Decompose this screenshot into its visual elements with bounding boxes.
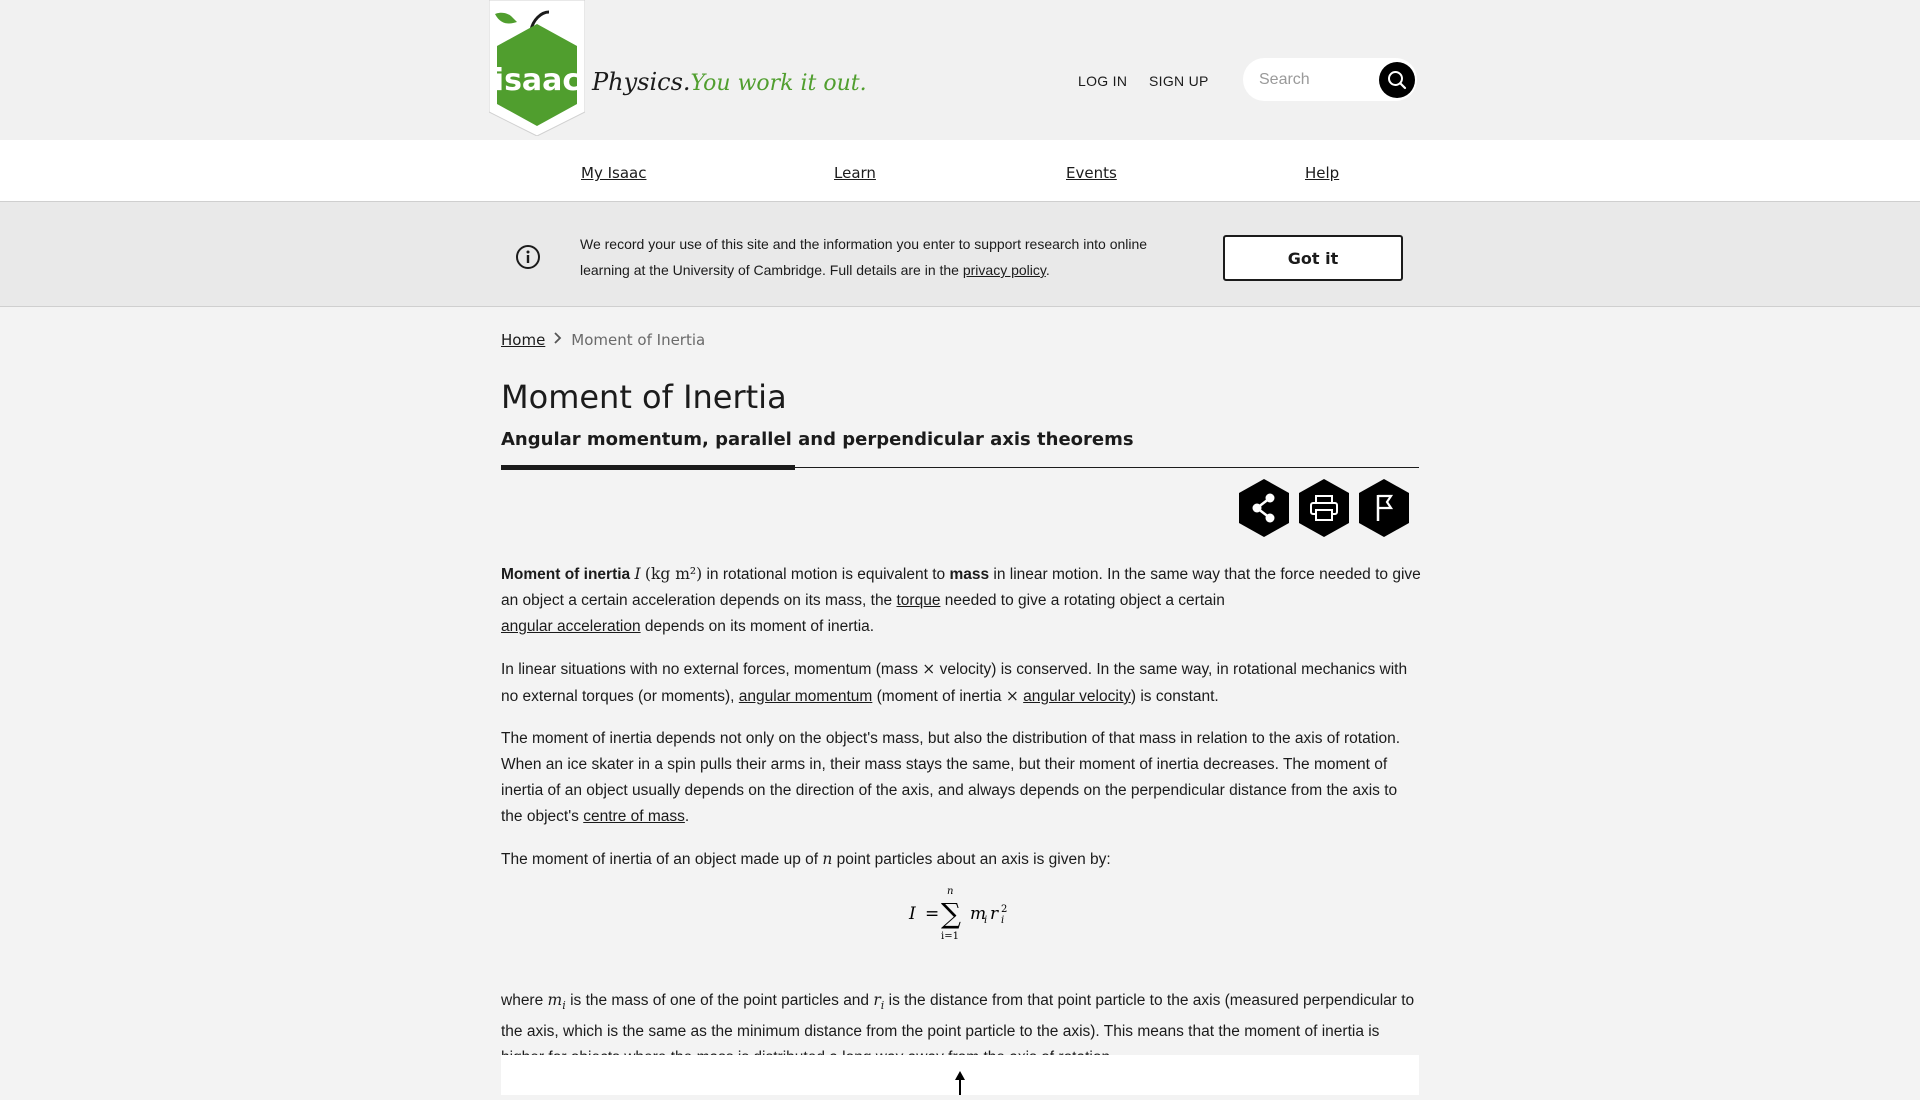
tagline-main: Physics. bbox=[592, 68, 691, 96]
figure-panel bbox=[501, 1055, 1419, 1095]
moment-of-inertia-equation: I = n ∑ i=1 m i r 2 i bbox=[908, 886, 1007, 942]
paragraph-2: In linear situations with no external fo… bbox=[501, 660, 1408, 705]
svg-text:r: r bbox=[990, 904, 999, 924]
share-button[interactable] bbox=[1237, 478, 1291, 538]
svg-text:I: I bbox=[908, 904, 916, 924]
breadcrumb-home[interactable]: Home bbox=[501, 331, 545, 349]
privacy-policy-link[interactable]: privacy policy bbox=[963, 262, 1046, 278]
paragraph-1: Moment of inertia I (kg m²) in rotationa… bbox=[501, 565, 1421, 635]
isaac-logo[interactable]: isaac bbox=[488, 0, 586, 137]
axis-arrow-icon bbox=[955, 1071, 965, 1095]
svg-text:=: = bbox=[925, 904, 939, 924]
svg-text:i=1: i=1 bbox=[941, 931, 959, 942]
print-button[interactable] bbox=[1297, 478, 1351, 538]
breadcrumb-current: Moment of Inertia bbox=[571, 331, 706, 349]
page-subtitle: Angular momentum, parallel and perpendic… bbox=[501, 429, 1134, 450]
tagline: Physics.You work it out. bbox=[592, 68, 867, 96]
chevron-right-icon bbox=[553, 331, 563, 349]
svg-text:2: 2 bbox=[1001, 904, 1007, 915]
share-icon bbox=[1239, 479, 1289, 537]
paragraph-3: The moment of inertia depends not only o… bbox=[501, 730, 1401, 825]
breadcrumb: Home Moment of Inertia bbox=[501, 331, 705, 349]
search-button[interactable] bbox=[1379, 62, 1415, 98]
torque-link[interactable]: torque bbox=[897, 592, 941, 609]
search-input[interactable] bbox=[1257, 68, 1371, 92]
nav-my-isaac[interactable]: My Isaac bbox=[581, 164, 646, 182]
main-nav: My Isaac Learn Events Help bbox=[0, 140, 1920, 202]
paragraph-4: The moment of inertia of an object made … bbox=[501, 850, 1111, 868]
site-header: isaac Physics.You work it out. LOG IN SI… bbox=[0, 0, 1920, 140]
centre-of-mass-link[interactable]: centre of mass bbox=[583, 808, 685, 825]
svg-text:i: i bbox=[1001, 915, 1004, 926]
svg-text:∑: ∑ bbox=[941, 897, 961, 930]
nav-events[interactable]: Events bbox=[1066, 164, 1117, 182]
banner-text: We record your use of this site and the … bbox=[580, 236, 1148, 278]
info-icon bbox=[516, 245, 540, 269]
nav-help[interactable]: Help bbox=[1305, 164, 1339, 182]
cookie-banner: We record your use of this site and the … bbox=[0, 202, 1920, 307]
angular-momentum-link[interactable]: angular momentum bbox=[739, 688, 873, 705]
search-icon bbox=[1388, 71, 1407, 90]
signup-link[interactable]: SIGN UP bbox=[1149, 73, 1209, 89]
page-title: Moment of Inertia bbox=[501, 378, 787, 416]
svg-text:n: n bbox=[947, 886, 953, 897]
search-box bbox=[1243, 58, 1417, 101]
report-button[interactable] bbox=[1357, 478, 1411, 538]
svg-text:i: i bbox=[984, 915, 987, 926]
article-body: Moment of inertia I (kg m²) in rotationa… bbox=[501, 561, 1421, 1087]
login-link[interactable]: LOG IN bbox=[1078, 73, 1127, 89]
logo-text: isaac bbox=[494, 63, 580, 98]
tagline-accent: You work it out. bbox=[690, 71, 867, 96]
title-rule-accent bbox=[501, 465, 795, 470]
print-icon bbox=[1299, 479, 1349, 537]
flag-icon bbox=[1359, 479, 1409, 537]
got-it-button[interactable]: Got it bbox=[1223, 235, 1403, 281]
angular-acceleration-link[interactable]: angular acceleration bbox=[501, 618, 641, 635]
angular-velocity-link[interactable]: angular velocity bbox=[1023, 688, 1131, 705]
nav-learn[interactable]: Learn bbox=[834, 164, 876, 182]
